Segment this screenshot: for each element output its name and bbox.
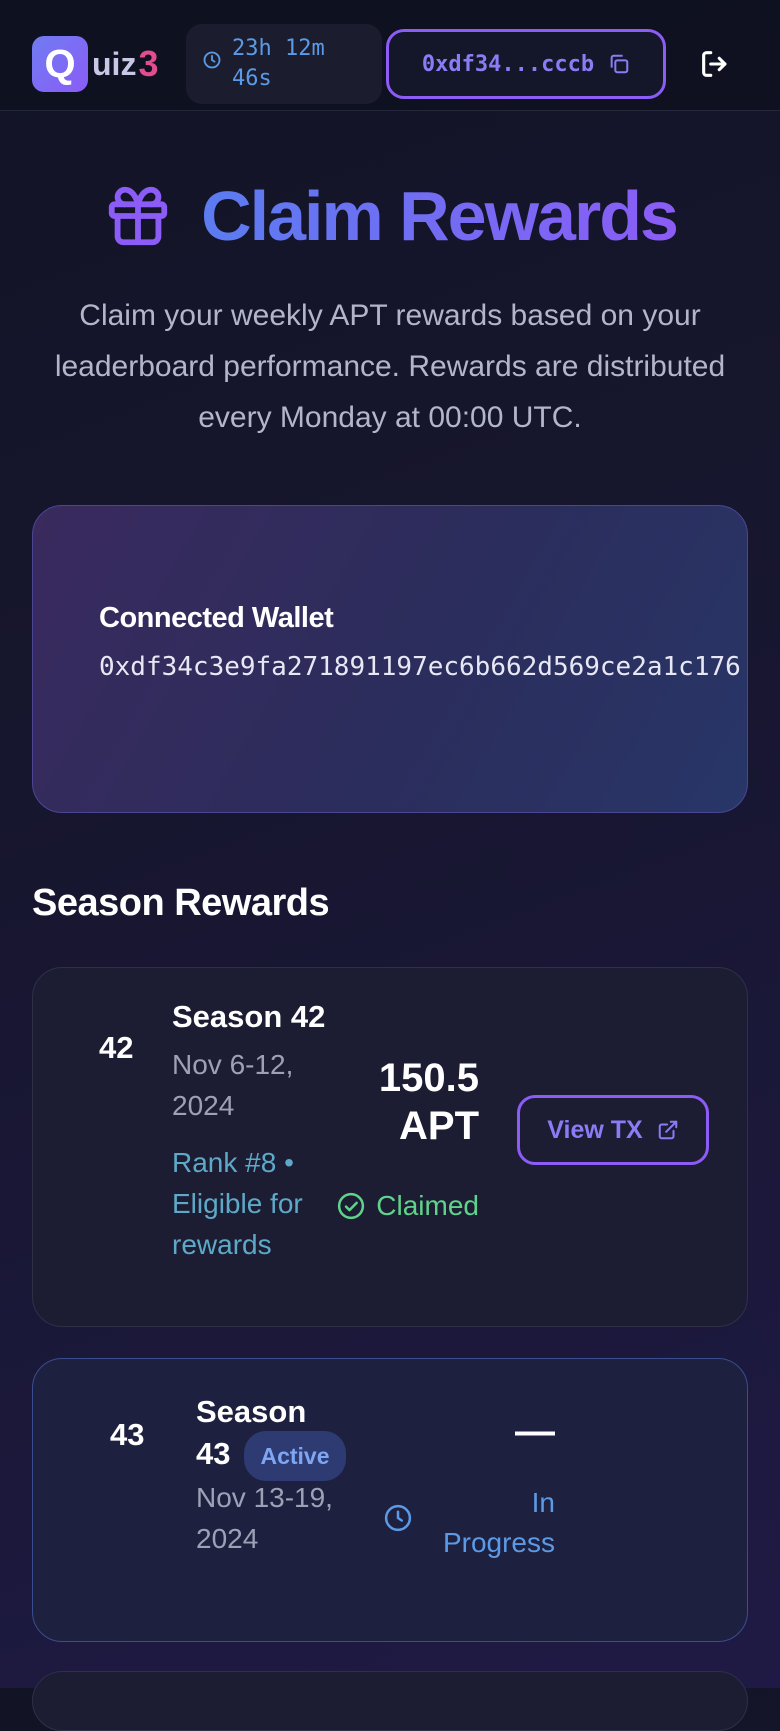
season-number: 43 [110,1417,145,1452]
page-title-row: Claim Rewards [0,176,780,256]
status-text: Claimed [376,1190,479,1221]
claimed-status: Claimed [336,1190,479,1222]
status-line: In [531,1487,555,1518]
logout-icon[interactable] [698,47,732,81]
active-badge: Active [244,1431,346,1481]
countdown-text: 23h 12m 46s [232,34,352,94]
wallet-address-short: 0xdf34...cccb [421,51,595,77]
connected-wallet-label: Connected Wallet [99,602,334,634]
wallet-address-button[interactable]: 0xdf34...cccb [386,29,666,99]
season-dates: Nov 6-12, 2024 [172,1044,293,1126]
rank-line: rewards [172,1229,272,1260]
season-rewards-heading: Season Rewards [32,882,330,924]
reward-amount: — [515,1409,555,1453]
season-title: Season 43 Active [196,1393,346,1481]
logo-text: uiz [92,45,137,82]
clock-icon [384,1504,412,1532]
logo-q-mark: Q [32,36,88,92]
season-title-line: Season [196,1394,307,1429]
season-date-line: 2024 [172,1090,235,1121]
copy-icon[interactable] [608,53,630,75]
season-date-line: 2024 [196,1523,259,1554]
amount-value: 150.5 [378,1056,479,1100]
in-progress-status: In Progress [443,1483,555,1563]
countdown-line-1: 23h 12m [232,36,325,61]
connected-wallet-address: 0xdf34c3e9fa271891197ec6b662d569ce2a1c17… [99,652,741,682]
season-card-next [32,1671,748,1731]
gift-icon [108,186,168,246]
view-tx-label: View TX [547,1115,643,1144]
logo-number: 3 [138,43,159,84]
season-countdown: 23h 12m 46s [186,24,382,104]
top-header: Q uiz 3 23h 12m 46s 0xdf34...cccb [0,0,780,111]
connected-wallet-card: Connected Wallet 0xdf34c3e9fa271891197ec… [32,505,748,813]
page-description: Claim your weekly APT rewards based on y… [54,299,726,434]
reward-amount: 150.5 APT [379,1054,479,1150]
season-card-43: 43 Season 43 Active Nov 13-19, 2024 — In … [32,1358,748,1642]
rank-line: Rank #8 • [172,1147,294,1178]
check-circle-icon [338,1192,365,1220]
countdown-line-2: 46s [232,66,272,91]
view-tx-button[interactable]: View TX [517,1095,709,1165]
external-link-icon [658,1120,677,1140]
page-title: Claim Rewards [201,177,679,255]
status-line: Progress [442,1527,555,1558]
season-rank: Rank #8 • Eligible for rewards [172,1142,303,1265]
season-title-line-2: 43 Active [196,1431,346,1481]
season-title: Season 42 [172,999,326,1034]
season-card-42: 42 Season 42 Nov 6-12, 2024 Rank #8 • El… [32,967,748,1327]
season-title-number: 43 [196,1436,231,1472]
amount-unit: APT [399,1104,479,1148]
rank-line: Eligible for [172,1188,303,1219]
season-number: 42 [99,1030,134,1065]
season-date-line: Nov 6-12, [172,1049,294,1080]
season-date-line: Nov 13-19, [196,1482,333,1513]
clock-icon [203,51,221,69]
quiz3-logo[interactable]: Q uiz 3 [32,36,158,92]
season-dates: Nov 13-19, 2024 [196,1477,333,1559]
